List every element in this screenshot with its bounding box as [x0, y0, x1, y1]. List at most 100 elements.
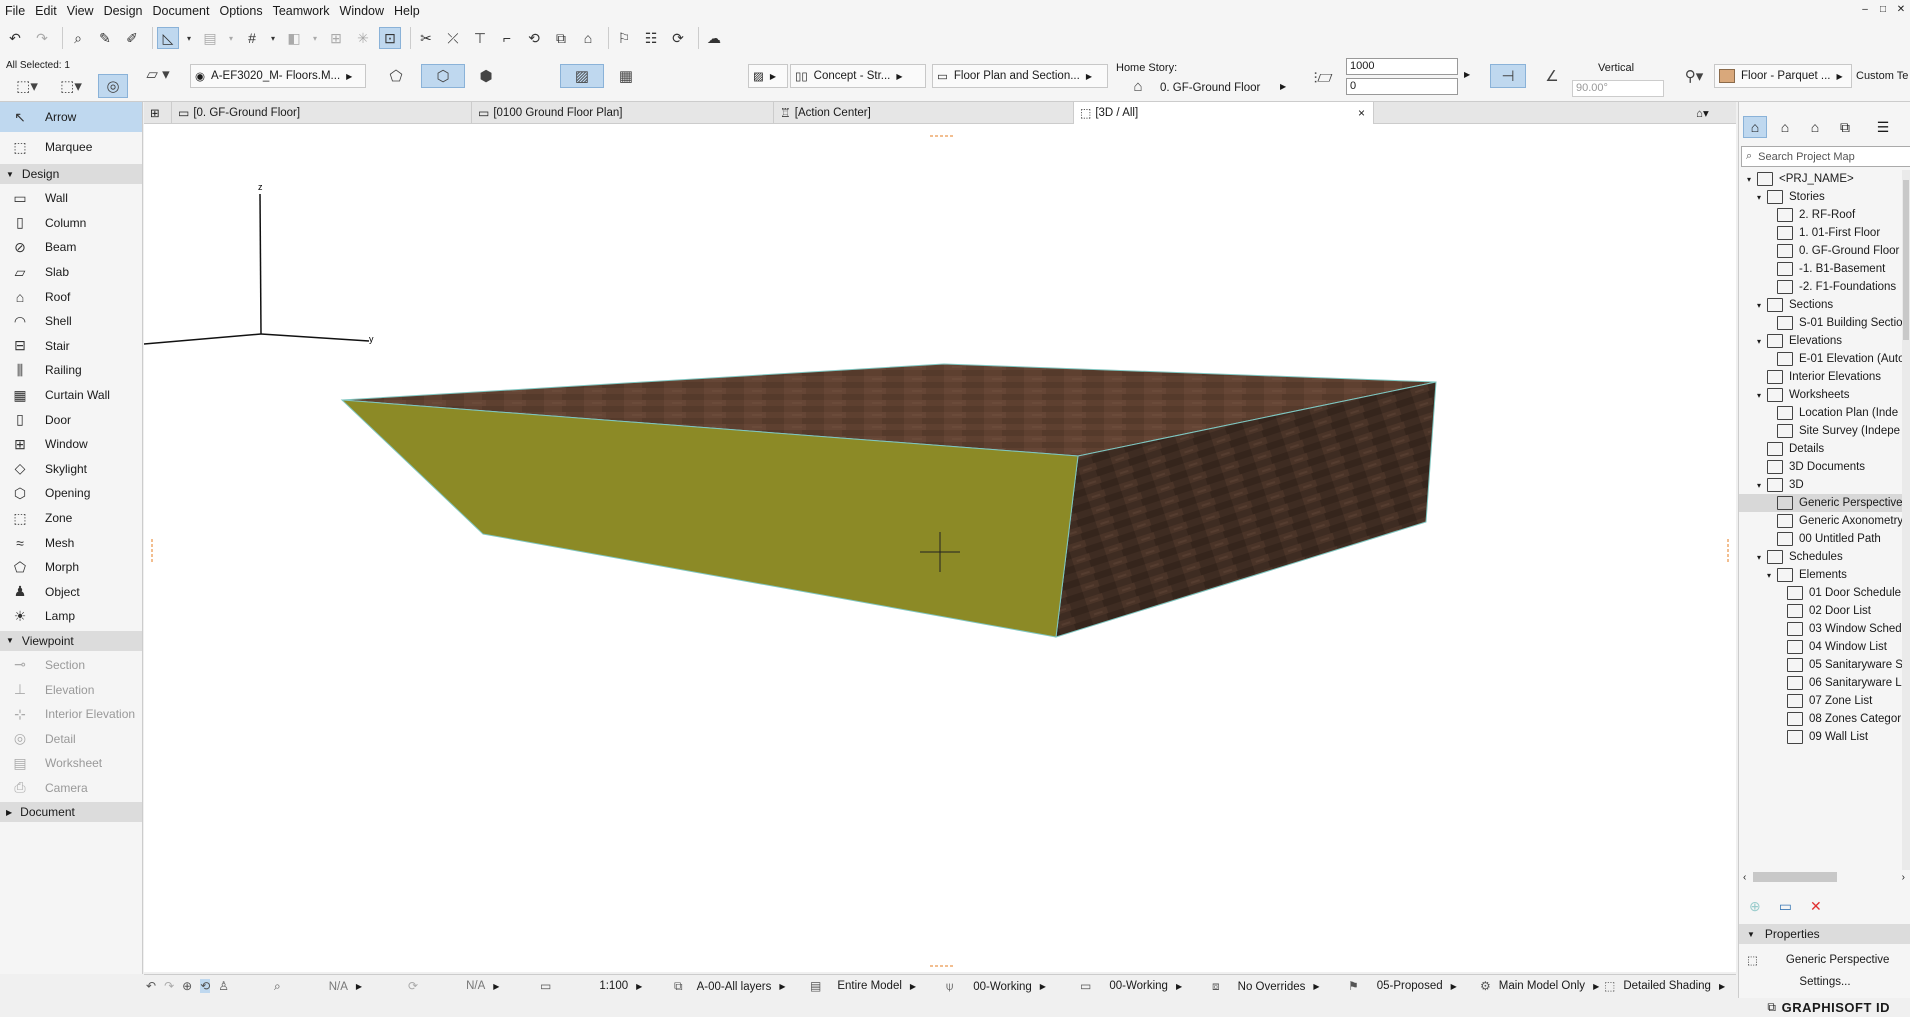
tree-item[interactable]: 02 Door List: [1739, 602, 1909, 620]
tree-item[interactable]: Site Survey (Indepe: [1739, 422, 1909, 440]
chevron-right-icon[interactable]: ▶: [1280, 82, 1286, 91]
tool-lamp[interactable]: ☀ Lamp: [0, 604, 142, 629]
menu-item-document[interactable]: Document: [148, 4, 215, 18]
offset-field[interactable]: 0: [1346, 78, 1458, 95]
expand-toggle-icon[interactable]: ▾: [1753, 337, 1765, 346]
tab-3d-all[interactable]: ⬚ [3D / All] ×: [1074, 102, 1374, 124]
clone-folder-icon[interactable]: ▭: [1779, 898, 1792, 915]
delete-icon[interactable]: ✕: [1810, 898, 1822, 915]
tool-column[interactable]: ▯ Column: [0, 211, 142, 236]
tree-item[interactable]: 07 Zone List: [1739, 692, 1909, 710]
layer-select[interactable]: ◉ A-EF3020_M- Floors.M... ▶: [190, 64, 366, 88]
floor-plan-section-select[interactable]: ▭ Floor Plan and Section... ▶: [932, 64, 1108, 88]
tree-item[interactable]: 00 Untitled Path: [1739, 530, 1909, 548]
curve-icon[interactable]: ⟲: [523, 27, 545, 49]
layer-combination-select[interactable]: ⧉ A-00-All layers ▶: [674, 979, 786, 994]
teamwork-icon[interactable]: ⟳: [667, 27, 689, 49]
tool-detail[interactable]: ◎ Detail: [0, 726, 142, 751]
tool-camera[interactable]: ⎙ Camera: [0, 776, 142, 801]
tree-item[interactable]: 06 Sanitaryware L: [1739, 674, 1909, 692]
tool-elevation[interactable]: ⊥ Elevation: [0, 677, 142, 702]
tool-window[interactable]: ⊞ Window: [0, 432, 142, 457]
tool-beam[interactable]: ⊘ Beam: [0, 235, 142, 260]
graphisoft-id[interactable]: GRAPHISOFT ID: [1782, 1000, 1890, 1015]
menu-item-teamwork[interactable]: Teamwork: [268, 4, 335, 18]
hatch-on-icon[interactable]: ▨: [560, 64, 604, 88]
tree-item[interactable]: E-01 Elevation (Auto: [1739, 350, 1909, 368]
close-tab-icon[interactable]: ×: [1358, 106, 1365, 120]
material-brush-icon[interactable]: ⚲▾: [1676, 64, 1712, 88]
tool-wall[interactable]: ▭ Wall: [0, 186, 142, 211]
zoom-in-icon[interactable]: ⊕: [182, 979, 192, 993]
issue-icon[interactable]: ☷: [640, 27, 662, 49]
horizontal-scrollbar[interactable]: ‹ ›: [1739, 870, 1909, 884]
chevron-right-icon[interactable]: ▶: [1464, 70, 1470, 79]
grid-icon[interactable]: #: [241, 27, 263, 49]
tool-roof[interactable]: ⌂ Roof: [0, 284, 142, 309]
pen-set-select[interactable]: ⍦ 00-Working ▶: [946, 979, 1046, 994]
minimize-button[interactable]: –: [1856, 0, 1874, 22]
tree-item[interactable]: ▾ Worksheets: [1739, 386, 1909, 404]
grid-dropdown-icon[interactable]: ▾: [268, 27, 278, 49]
guide-dropdown-icon[interactable]: ▾: [184, 27, 194, 49]
tab-action-center[interactable]: ♖ [Action Center]: [774, 102, 1074, 124]
tool-curtain-wall[interactable]: ▦ Curtain Wall: [0, 383, 142, 408]
add-view-icon[interactable]: ⊕: [1749, 898, 1761, 915]
tool-interior-elevation[interactable]: ⊹ Interior Elevation: [0, 702, 142, 727]
section-design[interactable]: ▼ Design: [0, 164, 142, 184]
3d-model-canvas[interactable]: z y: [144, 124, 1736, 972]
snap-icon[interactable]: ✳: [352, 27, 374, 49]
menu-item-edit[interactable]: Edit: [30, 4, 62, 18]
zoom-field[interactable]: ⌕ N/A ▶: [274, 979, 362, 994]
adjust-icon[interactable]: ⤫: [442, 27, 464, 49]
tool-section[interactable]: ⊸ Section: [0, 653, 142, 678]
tree-item[interactable]: 09 Wall List: [1739, 728, 1909, 746]
bim-cloud-icon[interactable]: ☁: [703, 27, 725, 49]
undo-view-icon[interactable]: ↶: [146, 979, 156, 993]
menu-item-help[interactable]: Help: [389, 4, 425, 18]
3d-viewport[interactable]: z y: [144, 124, 1736, 972]
pick-up-parameters-icon[interactable]: ✎: [94, 27, 116, 49]
reference-plane-icon[interactable]: ⊣: [1490, 64, 1526, 88]
settings-button[interactable]: Settings...: [1739, 972, 1910, 992]
tool-opening[interactable]: ⬡ Opening: [0, 481, 142, 506]
expand-toggle-icon[interactable]: ▾: [1753, 193, 1765, 202]
tree-item[interactable]: ▾ Stories: [1739, 188, 1909, 206]
redo-icon[interactable]: ↷: [31, 27, 53, 49]
redo-view-icon[interactable]: ↷: [164, 979, 174, 993]
measure-icon[interactable]: ⊞: [325, 27, 347, 49]
scrollbar-thumb[interactable]: [1753, 872, 1837, 882]
tool-skylight[interactable]: ◇ Skylight: [0, 457, 142, 482]
menu-item-file[interactable]: File: [0, 4, 30, 18]
model-view-select[interactable]: ▤ Entire Model ▶: [810, 979, 916, 993]
tree-item[interactable]: Details: [1739, 440, 1909, 458]
offset-icon[interactable]: ⊤: [469, 27, 491, 49]
trace-dropdown-icon[interactable]: ▾: [310, 27, 320, 49]
marquee-mode-icon[interactable]: ⬚▾: [50, 74, 92, 98]
tree-item[interactable]: ▾ Sections: [1739, 296, 1909, 314]
tree-item[interactable]: 08 Zones Categor: [1739, 710, 1909, 728]
view-map-icon[interactable]: ⌂: [1773, 116, 1797, 138]
expand-toggle-icon[interactable]: ▾: [1753, 481, 1765, 490]
tree-item[interactable]: Generic Axonometry: [1739, 512, 1909, 530]
graphisoft-id-icon[interactable]: ⧉: [1767, 1000, 1776, 1015]
menu-item-design[interactable]: Design: [99, 4, 148, 18]
flag-icon[interactable]: ⚐: [613, 27, 635, 49]
layout-book-icon[interactable]: ⌂: [1803, 116, 1827, 138]
walk-icon[interactable]: ♙: [218, 979, 229, 993]
scrollbar-thumb[interactable]: [1903, 180, 1909, 340]
group-icon[interactable]: ⊡: [379, 27, 401, 49]
tool-worksheet[interactable]: ▤ Worksheet: [0, 751, 142, 776]
dimension-select[interactable]: ▭ 00-Working ▶: [1080, 979, 1182, 993]
tree-item[interactable]: 01 Door Schedule: [1739, 584, 1909, 602]
slab-section-view-icon[interactable]: ⬢: [472, 64, 500, 88]
tree-item[interactable]: ▾ Elements: [1739, 566, 1909, 584]
tree-item[interactable]: 2. RF-Roof: [1739, 206, 1909, 224]
renovation-filter-select[interactable]: ⚑ 05-Proposed ▶: [1348, 979, 1457, 993]
resize-icon[interactable]: ⧉: [550, 27, 572, 49]
maximize-button[interactable]: □: [1874, 0, 1892, 22]
tree-item[interactable]: ▾ 3D: [1739, 476, 1909, 494]
close-button[interactable]: ✕: [1892, 0, 1910, 22]
surface-select[interactable]: Floor - Parquet ... ▶: [1714, 64, 1852, 88]
tool-stair[interactable]: ⊟ Stair: [0, 334, 142, 359]
